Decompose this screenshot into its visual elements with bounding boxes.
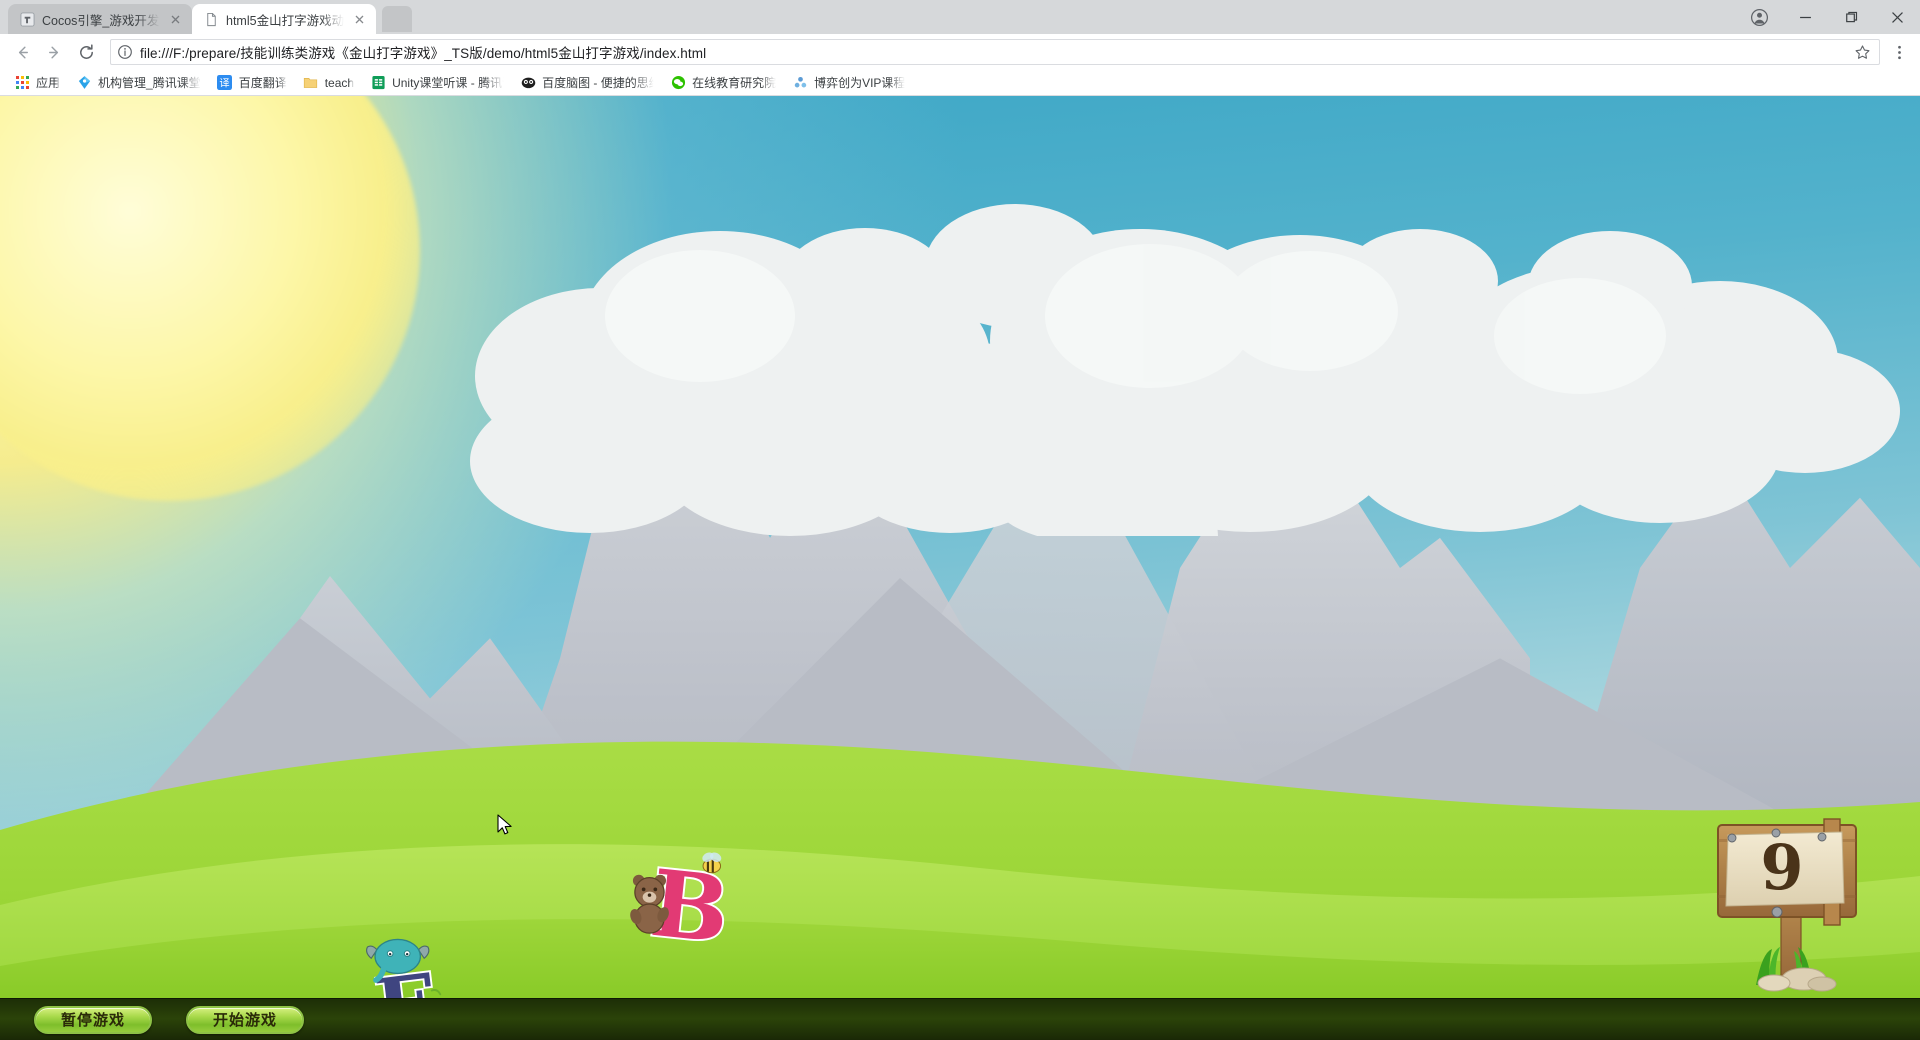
tab-html5-typing-game[interactable]: html5金山打字游戏动画 (192, 4, 376, 34)
back-button-icon[interactable] (8, 38, 36, 66)
bookmark-boyi-vip-course[interactable]: 博弈创为VIP课程 (784, 72, 913, 94)
close-icon[interactable] (351, 11, 368, 28)
bookmark-apps[interactable]: 应用 (6, 72, 68, 94)
close-icon[interactable] (167, 11, 184, 28)
bookmark-tencent-classroom[interactable]: 机构管理_腾讯课堂 (68, 72, 209, 94)
score-signboard: 9 (1712, 817, 1872, 992)
score-value: 9 (1760, 831, 1803, 904)
letter-character-b: B (630, 847, 742, 966)
cloud-layer (0, 156, 1920, 536)
bookmark-label: teach (324, 75, 355, 90)
wechat-icon (670, 75, 686, 91)
game-control-bar: 暂停游戏 开始游戏 (0, 998, 1920, 1040)
grass-hills (0, 680, 1920, 1040)
translate-icon: 译 (217, 75, 233, 91)
profile-icon[interactable] (1736, 0, 1782, 34)
browser-window: Cocos引擎_游戏开发引擎 html5金山打字游戏动画 (0, 0, 1920, 1040)
game-canvas[interactable]: P E (0, 96, 1920, 1040)
close-window-button[interactable] (1874, 0, 1920, 34)
three-dots-menu-icon[interactable] (1886, 38, 1912, 66)
bookmark-baidu-translate[interactable]: 译 百度翻译 (209, 72, 295, 94)
navigation-toolbar: file:///F:/prepare/技能训练类游戏《金山打字游戏》_TS版/d… (0, 34, 1920, 70)
tab-strip: Cocos引擎_游戏开发引擎 html5金山打字游戏动画 (0, 0, 1920, 34)
mindmap-icon (520, 75, 536, 91)
page-favicon-icon (203, 11, 219, 27)
bookmark-label: 博弈创为VIP课程 (814, 76, 906, 90)
bookmarks-bar: 应用 机构管理_腾讯课堂 译 百度翻译 teach Unity课堂听课 - 腾讯… (0, 70, 1920, 96)
tab-title: Cocos引擎_游戏开发引擎 (42, 13, 160, 28)
bookmark-baidu-mindmap[interactable]: 百度脑图 - 便捷的思维工具 (512, 72, 662, 94)
bookmark-label: 机构管理_腾讯课堂 (98, 76, 201, 90)
window-controls (1736, 0, 1920, 34)
apps-grid-icon (14, 75, 30, 91)
minimize-button[interactable] (1782, 0, 1828, 34)
bookmark-label: 在线教育研究院 (692, 76, 777, 90)
pause-game-button[interactable]: 暂停游戏 (34, 1005, 152, 1034)
new-tab-button[interactable] (382, 6, 412, 32)
bookmark-label: 应用 (36, 76, 61, 90)
star-icon[interactable] (1851, 41, 1873, 63)
bookmark-unity-classroom[interactable]: Unity课堂听课 - 腾讯课堂 (362, 72, 512, 94)
tab-cocos[interactable]: Cocos引擎_游戏开发引擎 (8, 4, 192, 34)
bookmark-label: Unity课堂听课 - 腾讯课堂 (392, 76, 504, 90)
maximize-button[interactable] (1828, 0, 1874, 34)
boyi-icon (792, 75, 808, 91)
reload-button-icon[interactable] (72, 38, 100, 66)
cocos-favicon-icon (19, 11, 35, 27)
bookmark-label: 百度脑图 - 便捷的思维工具 (542, 76, 654, 90)
address-bar[interactable]: file:///F:/prepare/技能训练类游戏《金山打字游戏》_TS版/d… (110, 39, 1880, 65)
sign-base-decoration (1756, 947, 1837, 992)
url-text[interactable]: file:///F:/prepare/技能训练类游戏《金山打字游戏》_TS版/d… (140, 42, 1844, 62)
sheets-icon (370, 75, 386, 91)
bookmark-online-edu-institute[interactable]: 在线教育研究院 (662, 72, 784, 94)
forward-button-icon[interactable] (40, 38, 68, 66)
tab-title: html5金山打字游戏动画 (226, 13, 344, 28)
folder-icon (303, 75, 319, 91)
bookmark-teach-folder[interactable]: teach (295, 72, 362, 94)
svg-text:译: 译 (220, 77, 230, 89)
bookmark-label: 百度翻译 (238, 76, 287, 90)
info-icon[interactable] (117, 44, 133, 60)
start-game-button[interactable]: 开始游戏 (186, 1005, 304, 1034)
tencent-icon (76, 75, 92, 91)
